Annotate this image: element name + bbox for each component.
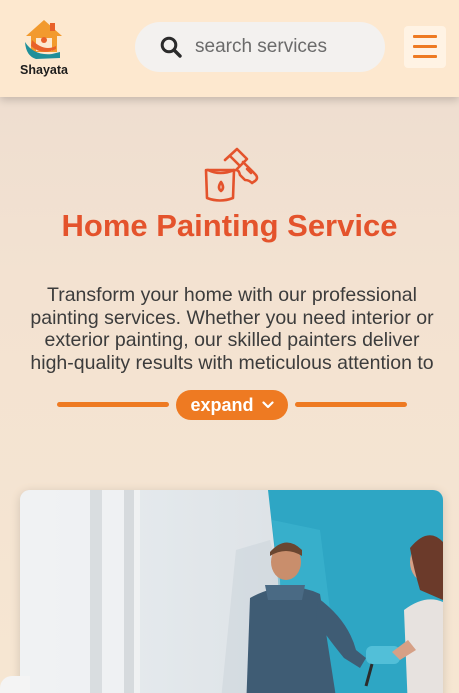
hamburger-icon-middle [413,45,437,48]
service-photo [20,490,443,693]
painters-photo-illustration [20,490,443,693]
search-bar[interactable] [135,22,385,72]
search-input[interactable] [195,34,375,60]
service-description: Transform your home with our professiona… [30,284,434,374]
bottom-edge-card [0,676,30,693]
hamburger-icon [413,35,437,38]
page-title: Home Painting Service [61,208,398,243]
house-hands-logo-icon [25,20,62,59]
divider-left [57,402,169,407]
expand-button[interactable]: expand [176,390,288,420]
menu-button[interactable] [404,26,446,68]
top-header: Shayata [0,0,459,97]
brand-logo[interactable]: Shayata [14,18,74,80]
expand-label: expand [190,394,254,415]
brand-name: Shayata [20,63,68,77]
divider-right [295,402,407,407]
chevron-down-icon [261,401,274,409]
paint-bucket-brush-icon [204,147,259,202]
search-icon[interactable] [160,36,182,58]
hamburger-icon-bottom [413,55,437,58]
